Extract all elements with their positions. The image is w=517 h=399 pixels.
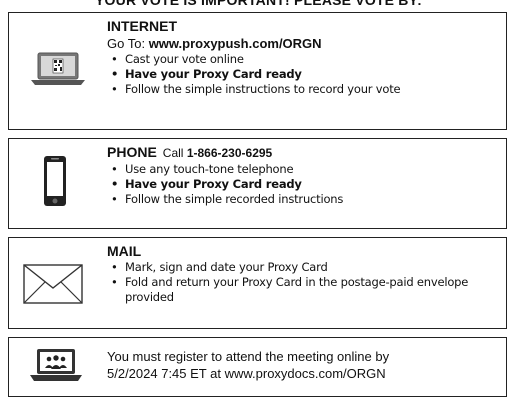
register-line-1: You must register to attend the meeting … — [107, 349, 390, 364]
phone-bullet-1: Use any touch-tone telephone — [107, 162, 500, 177]
phone-title: PHONE — [107, 144, 157, 160]
mail-title: MAIL — [107, 243, 142, 259]
internet-content: INTERNET Go To: www.proxypush.com/ORGN C… — [107, 17, 500, 97]
phone-number-link[interactable]: 1-866-230-6295 — [187, 146, 272, 160]
internet-bullet-3: Follow the simple instructions to record… — [107, 82, 500, 97]
mobile-phone-icon — [43, 155, 67, 212]
mail-bullets: Mark, sign and date your Proxy Card Fold… — [107, 260, 500, 305]
internet-goto-line: Go To: www.proxypush.com/ORGN — [107, 35, 500, 52]
internet-bullet-2: Have your Proxy Card ready — [107, 67, 500, 82]
mail-content: MAIL Mark, sign and date your Proxy Card… — [107, 242, 500, 305]
mail-section: MAIL Mark, sign and date your Proxy Card… — [8, 237, 507, 329]
internet-section: INTERNET Go To: www.proxypush.com/ORGN C… — [8, 12, 507, 130]
internet-url-link[interactable]: www.proxypush.com/ORGN — [149, 36, 322, 51]
internet-bullet-1: Cast your vote online — [107, 52, 500, 67]
register-section: You must register to attend the meeting … — [8, 337, 507, 397]
goto-prefix: Go To: — [107, 36, 149, 51]
register-line-2: 5/2/2024 7:45 ET at www.proxydocs.com/OR… — [107, 366, 386, 381]
call-prefix: Call — [162, 146, 187, 160]
phone-bullet-3: Follow the simple recorded instructions — [107, 192, 500, 207]
phone-title-line: PHONE Call 1-866-230-6295 — [107, 143, 500, 162]
register-content: You must register to attend the meeting … — [107, 348, 500, 382]
envelope-icon — [23, 264, 83, 309]
phone-content: PHONE Call 1-866-230-6295 Use any touch-t… — [107, 143, 500, 207]
phone-bullet-2: Have your Proxy Card ready — [107, 177, 500, 192]
laptop-qr-icon — [29, 51, 87, 92]
mail-bullet-1: Mark, sign and date your Proxy Card — [107, 260, 500, 275]
phone-bullets: Use any touch-tone telephone Have your P… — [107, 162, 500, 207]
internet-bullets: Cast your vote online Have your Proxy Ca… — [107, 52, 500, 97]
header-banner: YOUR VOTE IS IMPORTANT! PLEASE VOTE BY: — [95, 0, 422, 8]
laptop-people-icon — [29, 348, 83, 387]
phone-section: PHONE Call 1-866-230-6295 Use any touch-t… — [8, 138, 507, 229]
mail-bullet-2: Fold and return your Proxy Card in the p… — [107, 275, 500, 305]
phone-call-line: Call 1-866-230-6295 — [163, 146, 272, 160]
internet-title: INTERNET — [107, 18, 177, 34]
